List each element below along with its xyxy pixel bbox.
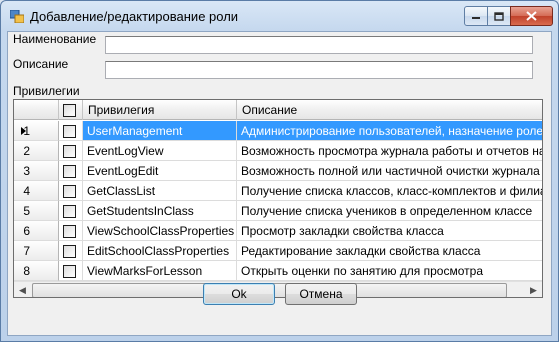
- grid-header: Привилегия Описание: [14, 100, 542, 120]
- header-check-column[interactable]: [59, 100, 83, 120]
- description-cell[interactable]: Открыть оценки по занятию для просмотра: [237, 261, 542, 281]
- header-checkbox[interactable]: [63, 104, 76, 118]
- row-check-cell[interactable]: [59, 261, 83, 281]
- description-cell[interactable]: Администрирование пользователей, назначе…: [237, 121, 542, 141]
- header-privilege[interactable]: Привилегия: [83, 100, 237, 120]
- row-pointer-icon: [21, 127, 26, 135]
- row-header[interactable]: 6: [14, 221, 59, 241]
- description-cell[interactable]: Просмотр закладки свойства класса: [237, 221, 542, 241]
- privilege-cell[interactable]: UserManagement: [83, 121, 237, 141]
- name-field[interactable]: [105, 36, 533, 54]
- row-checkbox[interactable]: [63, 165, 76, 179]
- row-checkbox[interactable]: [63, 245, 76, 259]
- row-header[interactable]: 3: [14, 161, 59, 181]
- row-number: 6: [23, 224, 30, 238]
- chevron-left-icon: ◀: [19, 285, 26, 295]
- row-header[interactable]: 4: [14, 181, 59, 201]
- chevron-right-icon: ▶: [530, 285, 537, 295]
- table-row[interactable]: 4 GetClassList Получение списка классов, к…: [14, 181, 542, 201]
- description-cell[interactable]: Возможность полной или частичной очистки…: [237, 161, 542, 181]
- privilege-cell[interactable]: EditSchoolClassProperties: [83, 241, 237, 261]
- header-description[interactable]: Описание: [237, 100, 542, 120]
- privilege-cell[interactable]: ViewMarksForLesson: [83, 261, 237, 281]
- table-row[interactable]: 2 EventLogView Возможность просмотра журна…: [14, 141, 542, 161]
- horizontal-scrollbar[interactable]: ◀ ▶: [14, 281, 542, 297]
- row-number: 2: [23, 144, 30, 158]
- scroll-right-button[interactable]: ▶: [525, 282, 542, 297]
- table-row[interactable]: 8 ViewMarksForLesson Открыть оценки по зан…: [14, 261, 542, 281]
- privilege-cell[interactable]: GetClassList: [83, 181, 237, 201]
- row-checkbox[interactable]: [63, 265, 76, 279]
- privilege-cell[interactable]: ViewSchoolClassProperties: [83, 221, 237, 241]
- maximize-button[interactable]: [487, 6, 511, 26]
- description-cell[interactable]: Получение списка учеников в определенном…: [237, 201, 542, 221]
- title-bar[interactable]: Добавление/редактирование роли: [1, 1, 558, 31]
- row-header[interactable]: 2: [14, 141, 59, 161]
- privileges-grid[interactable]: Привилегия Описание 1 UserManagement Админ…: [13, 99, 543, 298]
- description-label: Описание: [13, 57, 69, 71]
- close-icon: [526, 11, 537, 21]
- table-row[interactable]: 5 GetStudentsInClass Получение списка учен…: [14, 201, 542, 221]
- row-checkbox[interactable]: [63, 225, 76, 239]
- table-row[interactable]: 3 EventLogEdit Возможность полной или част…: [14, 161, 542, 181]
- window-title: Добавление/редактирование роли: [30, 9, 239, 24]
- row-header[interactable]: 7: [14, 241, 59, 261]
- row-check-cell[interactable]: [59, 141, 83, 161]
- name-label: Наименование: [13, 32, 97, 46]
- row-header[interactable]: 8: [14, 261, 59, 281]
- row-check-cell[interactable]: [59, 201, 83, 221]
- privileges-label: Привилегии: [13, 84, 80, 98]
- table-row[interactable]: 6 ViewSchoolClassProperties Просмотр закла…: [14, 221, 542, 241]
- description-cell[interactable]: Получение списка классов, класс-комплект…: [237, 181, 542, 201]
- row-checkbox[interactable]: [63, 205, 76, 219]
- close-button[interactable]: [510, 6, 553, 26]
- row-check-cell[interactable]: [59, 121, 83, 141]
- row-checkbox[interactable]: [63, 125, 76, 139]
- privilege-cell[interactable]: EventLogView: [83, 141, 237, 161]
- description-field[interactable]: [105, 61, 533, 79]
- minimize-button[interactable]: [464, 6, 488, 26]
- cancel-button[interactable]: Отмена: [285, 283, 357, 305]
- table-row[interactable]: 1 UserManagement Администрирование пользов…: [14, 121, 542, 141]
- header-row-number: [14, 100, 59, 120]
- maximize-icon: [494, 11, 504, 21]
- row-number: 7: [23, 244, 30, 258]
- app-icon: [10, 10, 24, 23]
- row-checkbox[interactable]: [63, 185, 76, 199]
- row-number: 4: [23, 184, 30, 198]
- row-header[interactable]: 5: [14, 201, 59, 221]
- description-cell[interactable]: Возможность просмотра журнала работы и о…: [237, 141, 542, 161]
- ok-button[interactable]: Ok: [203, 283, 275, 305]
- row-number: 3: [23, 164, 30, 178]
- row-number: 8: [23, 264, 30, 278]
- privilege-cell[interactable]: EventLogEdit: [83, 161, 237, 181]
- table-row[interactable]: 7 EditSchoolClassProperties Редактирование…: [14, 241, 542, 261]
- row-check-cell[interactable]: [59, 161, 83, 181]
- row-check-cell[interactable]: [59, 181, 83, 201]
- scroll-left-button[interactable]: ◀: [14, 282, 31, 297]
- row-check-cell[interactable]: [59, 221, 83, 241]
- row-check-cell[interactable]: [59, 241, 83, 261]
- privilege-cell[interactable]: GetStudentsInClass: [83, 201, 237, 221]
- row-checkbox[interactable]: [63, 145, 76, 159]
- row-header[interactable]: 1: [14, 121, 59, 141]
- dialog-window: Добавление/редактирование роли Наименова…: [0, 0, 559, 342]
- description-cell[interactable]: Редактирование закладки свойства класса: [237, 241, 542, 261]
- minimize-icon: [472, 17, 480, 19]
- row-number: 5: [23, 204, 30, 218]
